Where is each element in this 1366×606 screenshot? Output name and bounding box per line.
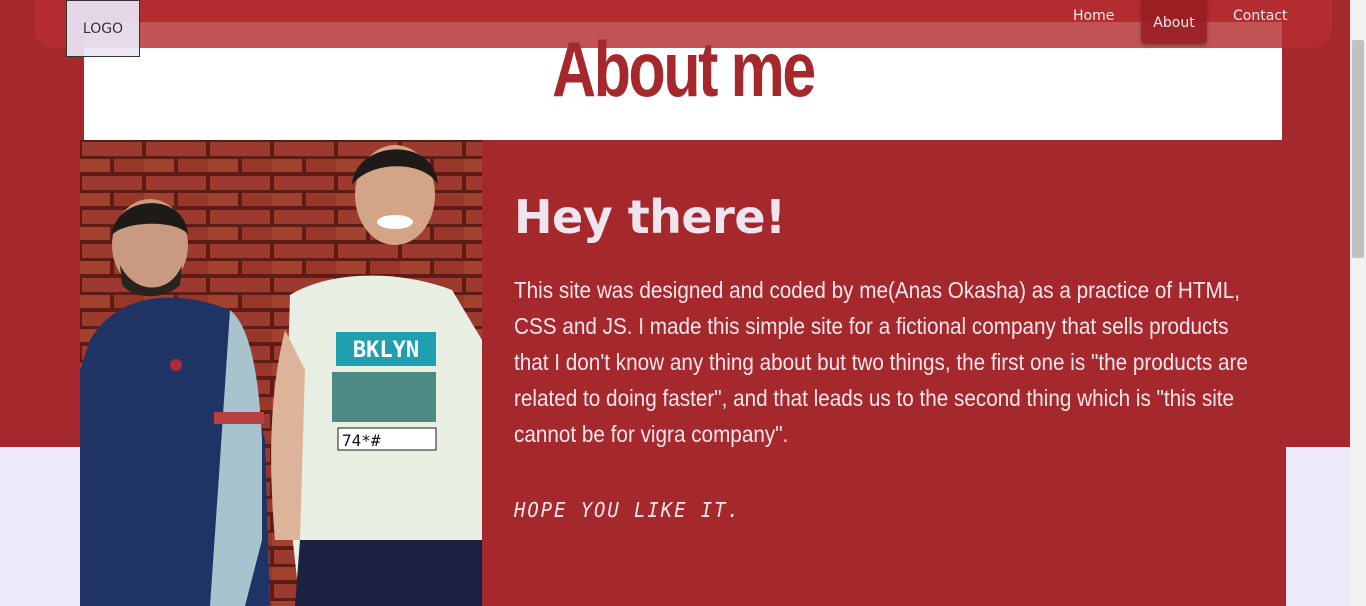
scrollbar-thumb[interactable] bbox=[1352, 40, 1364, 258]
nav-about-link[interactable]: About bbox=[1141, 0, 1207, 44]
logo[interactable]: LOGO bbox=[66, 0, 140, 57]
vertical-scrollbar[interactable] bbox=[1350, 0, 1366, 606]
page-title: About me bbox=[552, 25, 816, 113]
nav-home-link[interactable]: Home bbox=[1073, 8, 1114, 24]
greeting-heading: Hey there! bbox=[514, 190, 786, 244]
profile-photo: BKLYN 74*# bbox=[80, 140, 482, 606]
about-content: Hey there! This site was designed and co… bbox=[514, 190, 1254, 522]
shirt-print-subtext: 74*# bbox=[342, 431, 381, 450]
nav-contact-link[interactable]: Contact bbox=[1233, 8, 1287, 24]
sign-off-text: HOPE YOU LIKE IT. bbox=[514, 498, 741, 522]
shirt-print-text: BKLYN bbox=[353, 338, 419, 363]
page: LOGO Home About Contact About me BKLYN 7… bbox=[0, 0, 1366, 606]
about-paragraph: This site was designed and coded by me(A… bbox=[514, 277, 1248, 447]
